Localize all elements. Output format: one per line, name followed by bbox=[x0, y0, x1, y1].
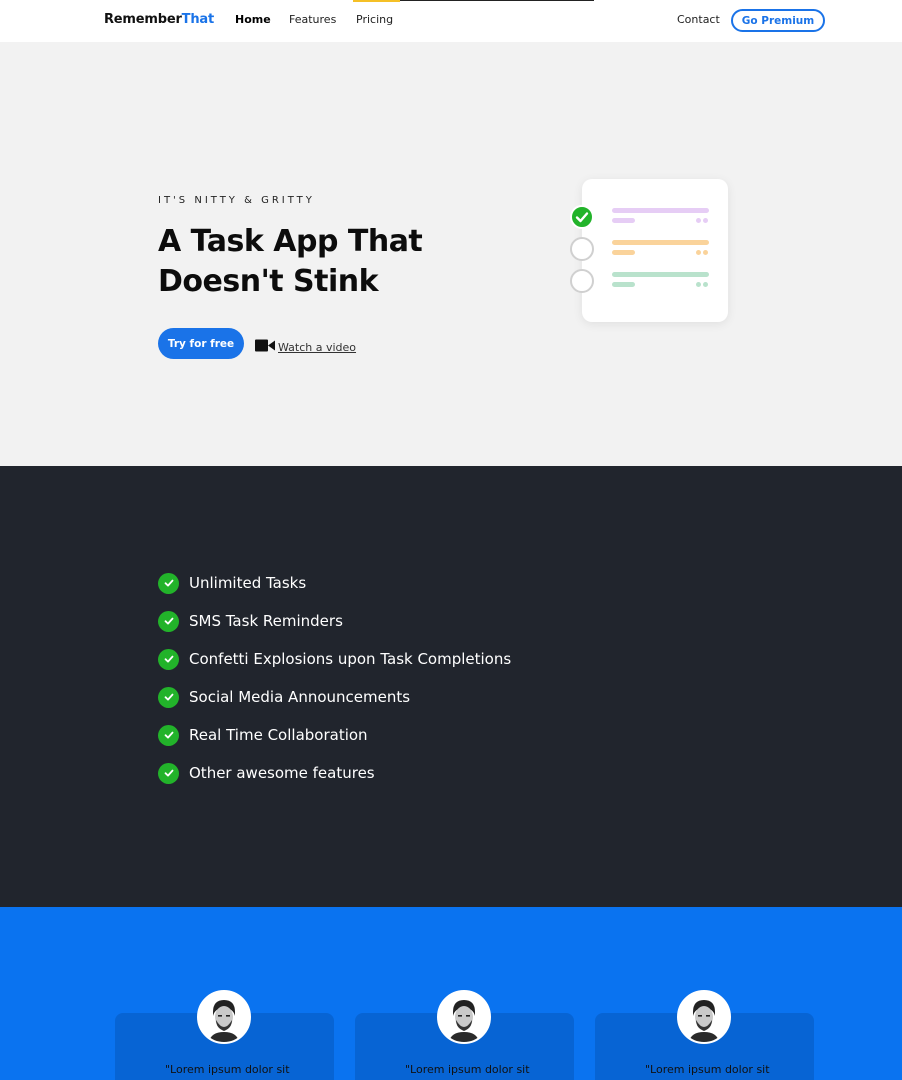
nav-pricing[interactable]: Pricing bbox=[356, 13, 393, 26]
nav-features[interactable]: Features bbox=[289, 13, 336, 26]
task-dot bbox=[696, 250, 701, 255]
avatar bbox=[197, 990, 251, 1044]
try-for-free-button[interactable]: Try for free bbox=[158, 328, 244, 359]
features-section: Unlimited Tasks SMS Task Reminders Confe… bbox=[0, 466, 902, 907]
hero-title: A Task App That Doesn't Stink bbox=[158, 222, 478, 302]
go-premium-button[interactable]: Go Premium bbox=[731, 9, 825, 32]
testimonials-section: "Lorem ipsum dolor sit "Lorem ipsum dolo… bbox=[0, 907, 902, 1080]
testimonial-quote: "Lorem ipsum dolor sit bbox=[405, 1063, 530, 1076]
feature-label: Other awesome features bbox=[189, 764, 375, 782]
nav-divider bbox=[400, 0, 594, 1]
task-complete-check-icon bbox=[570, 205, 594, 229]
task-dot bbox=[696, 218, 701, 223]
feature-item: Unlimited Tasks bbox=[158, 572, 306, 594]
check-icon bbox=[158, 572, 179, 594]
hero-section: IT'S NITTY & GRITTY A Task App That Does… bbox=[0, 42, 902, 466]
logo-accent: That bbox=[181, 12, 215, 27]
hero-title-line1: A Task App That bbox=[158, 224, 423, 259]
feature-item: Social Media Announcements bbox=[158, 686, 410, 708]
task-dot bbox=[703, 282, 708, 287]
task-incomplete-circle-icon bbox=[570, 237, 594, 261]
watch-video-link[interactable]: Watch a video bbox=[278, 341, 356, 354]
task-dot bbox=[703, 250, 708, 255]
nav-home[interactable]: Home bbox=[235, 13, 271, 26]
logo[interactable]: RememberThat bbox=[104, 12, 214, 27]
hero-title-line2: Doesn't Stink bbox=[158, 264, 379, 299]
task-dot bbox=[696, 282, 701, 287]
check-icon bbox=[158, 610, 179, 632]
avatar-image bbox=[199, 992, 249, 1042]
logo-main: Remember bbox=[104, 12, 182, 27]
task-bar bbox=[612, 240, 709, 245]
feature-label: Unlimited Tasks bbox=[189, 574, 307, 592]
task-bar bbox=[612, 272, 709, 277]
feature-item: Real Time Collaboration bbox=[158, 724, 368, 746]
avatar-image bbox=[439, 992, 489, 1042]
task-card-illustration bbox=[582, 179, 728, 322]
task-bar bbox=[612, 282, 635, 287]
feature-item: SMS Task Reminders bbox=[158, 610, 343, 632]
check-icon bbox=[158, 648, 179, 670]
task-bar bbox=[612, 208, 709, 213]
check-icon bbox=[158, 762, 179, 784]
feature-label: Confetti Explosions upon Task Completion… bbox=[189, 650, 512, 668]
testimonial-quote: "Lorem ipsum dolor sit bbox=[165, 1063, 290, 1076]
feature-item: Confetti Explosions upon Task Completion… bbox=[158, 648, 511, 670]
feature-item: Other awesome features bbox=[158, 762, 375, 784]
check-icon bbox=[158, 686, 179, 708]
avatar bbox=[437, 990, 491, 1044]
avatar bbox=[677, 990, 731, 1044]
video-camera-icon[interactable] bbox=[255, 339, 275, 352]
task-bar bbox=[612, 250, 635, 255]
feature-label: Social Media Announcements bbox=[189, 688, 411, 706]
avatar-image bbox=[679, 992, 729, 1042]
check-icon bbox=[158, 724, 179, 746]
feature-label: SMS Task Reminders bbox=[189, 612, 343, 630]
task-dot bbox=[703, 218, 708, 223]
top-nav: RememberThat Home Features Pricing Conta… bbox=[0, 0, 902, 42]
task-incomplete-circle-icon bbox=[570, 269, 594, 293]
feature-label: Real Time Collaboration bbox=[189, 726, 368, 744]
pricing-indicator bbox=[353, 0, 400, 2]
nav-contact[interactable]: Contact bbox=[677, 13, 720, 26]
testimonial-quote: "Lorem ipsum dolor sit bbox=[645, 1063, 770, 1076]
hero-eyebrow: IT'S NITTY & GRITTY bbox=[158, 195, 315, 206]
task-bar bbox=[612, 218, 635, 223]
